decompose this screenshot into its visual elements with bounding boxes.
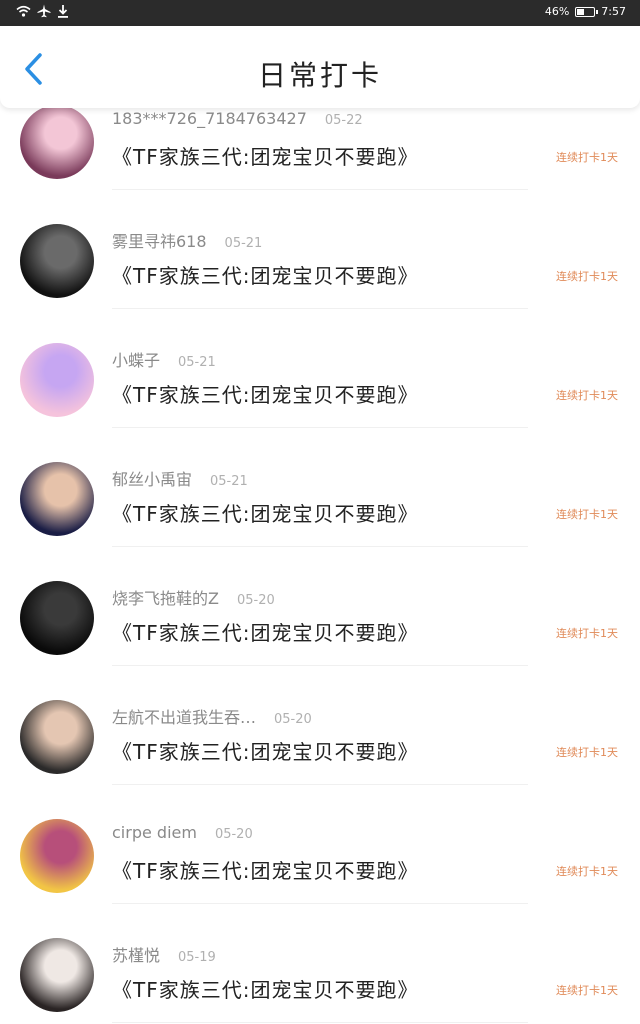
user-name: 烧李飞拖鞋的Z: [112, 589, 219, 608]
user-name: 雾里寻祎618: [112, 232, 207, 251]
streak-label: 连续打卡1天: [556, 151, 618, 164]
battery-fill: [577, 8, 585, 15]
checkin-item[interactable]: 183***726_7184763427 05-22 《TF家族三代:团宠宝贝不要…: [0, 108, 640, 190]
streak-label: 连续打卡1天: [556, 389, 618, 402]
avatar-anime-pink[interactable]: [20, 108, 94, 179]
checkin-item[interactable]: 苏槿悦 05-19 《TF家族三代:团宠宝贝不要跑》 连续打卡1天: [0, 904, 640, 1023]
checkin-item[interactable]: 小蝶子 05-21 《TF家族三代:团宠宝贝不要跑》 连续打卡1天: [0, 309, 640, 428]
user-name-line: 雾里寻祎618 05-21: [112, 228, 262, 252]
item-divider: [112, 1022, 528, 1023]
status-icons-left: [16, 4, 69, 18]
user-name: 苏槿悦: [112, 946, 161, 965]
book-title: 《TF家族三代:团宠宝贝不要跑》: [112, 145, 419, 169]
streak-label: 连续打卡1天: [556, 270, 618, 283]
checkin-item[interactable]: 郁丝小禹宙 05-21 《TF家族三代:团宠宝贝不要跑》 连续打卡1天: [0, 428, 640, 547]
avatar-boy-jacket[interactable]: [20, 700, 94, 774]
checkin-item[interactable]: 雾里寻祎618 05-21 《TF家族三代:团宠宝贝不要跑》 连续打卡1天: [0, 190, 640, 309]
checkin-date: 05-19: [178, 950, 216, 965]
wifi-icon: [16, 5, 31, 17]
checkin-date: 05-20: [236, 593, 275, 608]
checkin-date: 05-20: [274, 712, 312, 727]
book-title: 《TF家族三代:团宠宝贝不要跑》: [112, 859, 419, 883]
streak-label: 连续打卡1天: [556, 984, 618, 997]
avatar-dark-texture[interactable]: [20, 581, 94, 655]
checkin-date: 05-22: [324, 113, 363, 128]
checkin-date: 05-21: [178, 355, 216, 370]
book-title: 《TF家族三代:团宠宝贝不要跑》: [112, 502, 419, 526]
checkin-item[interactable]: 烧李飞拖鞋的Z 05-20 《TF家族三代:团宠宝贝不要跑》 连续打卡1天: [0, 547, 640, 666]
user-name-line: cirpe diem 05-20: [112, 823, 253, 842]
avatar-girl-selfie[interactable]: [20, 938, 94, 1012]
status-bar: 46% 7:57: [0, 0, 640, 26]
checkin-item[interactable]: 左航不出道我生吞… 05-20 《TF家族三代:团宠宝贝不要跑》 连续打卡1天: [0, 666, 640, 785]
header: 日常打卡: [0, 26, 640, 108]
avatar-girl-dark[interactable]: [20, 224, 94, 298]
user-name-line: 苏槿悦 05-19: [112, 942, 216, 966]
clock: 7:57: [601, 5, 626, 18]
book-title: 《TF家族三代:团宠宝贝不要跑》: [112, 978, 419, 1002]
battery-percent: 46%: [544, 5, 570, 18]
streak-label: 连续打卡1天: [556, 508, 618, 521]
user-name-line: 左航不出道我生吞… 05-20: [112, 704, 312, 728]
user-name-line: 小蝶子 05-21: [112, 347, 216, 371]
checkin-list[interactable]: 183***726_7184763427 05-22 《TF家族三代:团宠宝贝不要…: [0, 108, 640, 1024]
avatar-boy-portrait[interactable]: [20, 462, 94, 536]
page-title: 日常打卡: [257, 59, 382, 92]
streak-label: 连续打卡1天: [556, 627, 618, 640]
avatar-anime-blonde[interactable]: [20, 819, 94, 893]
checkin-date: 05-21: [224, 236, 263, 251]
download-icon: [58, 4, 68, 18]
book-title: 《TF家族三代:团宠宝贝不要跑》: [112, 621, 419, 645]
book-title: 《TF家族三代:团宠宝贝不要跑》: [112, 740, 419, 764]
battery-icon: [575, 6, 599, 17]
status-icons-right: 46% 7:57: [545, 5, 626, 18]
user-name: 郁丝小禹宙: [112, 470, 193, 489]
book-title: 《TF家族三代:团宠宝贝不要跑》: [112, 264, 419, 288]
airplane-icon: [37, 4, 51, 18]
user-name-line: 郁丝小禹宙 05-21: [112, 466, 248, 490]
book-title: 《TF家族三代:团宠宝贝不要跑》: [112, 383, 419, 407]
streak-label: 连续打卡1天: [556, 865, 618, 878]
user-name: cirpe diem: [112, 823, 197, 842]
user-name: 183***726_7184763427: [112, 109, 307, 128]
checkin-date: 05-20: [214, 827, 253, 842]
user-name-line: 烧李飞拖鞋的Z 05-20: [112, 585, 275, 609]
checkin-list-inner: 183***726_7184763427 05-22 《TF家族三代:团宠宝贝不要…: [0, 108, 640, 1023]
avatar-anime-pastel[interactable]: [20, 343, 94, 417]
user-name: 左航不出道我生吞…: [112, 708, 257, 727]
streak-label: 连续打卡1天: [556, 746, 618, 759]
checkin-item[interactable]: cirpe diem 05-20 《TF家族三代:团宠宝贝不要跑》 连续打卡1天: [0, 785, 640, 904]
user-name: 小蝶子: [112, 351, 161, 370]
checkin-date: 05-21: [210, 474, 248, 489]
user-name-line: 183***726_7184763427 05-22: [112, 109, 363, 128]
